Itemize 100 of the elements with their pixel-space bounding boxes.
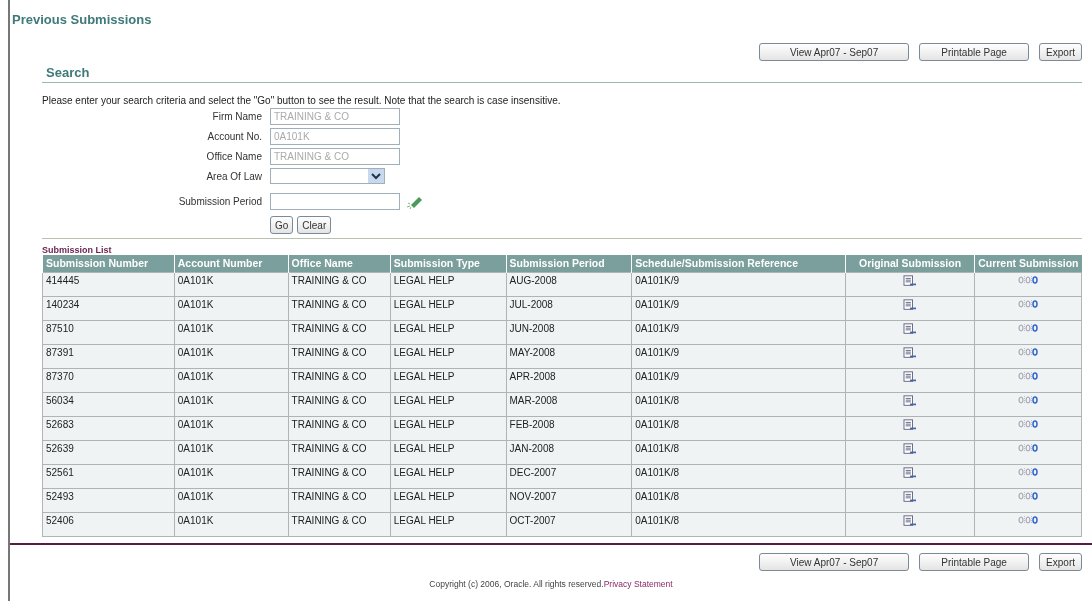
- field-label: Submission Period: [178, 196, 262, 207]
- table-cell: TRAINING & CO: [288, 368, 391, 393]
- document-stack-icon[interactable]: [1018, 443, 1039, 453]
- document-stack-icon[interactable]: [1018, 419, 1039, 429]
- table-cell: LEGAL HELP: [390, 344, 507, 369]
- table-cell: LEGAL HELP: [390, 488, 507, 513]
- document-icon[interactable]: [902, 467, 919, 479]
- document-icon[interactable]: [902, 299, 919, 311]
- table-cell: LEGAL HELP: [390, 368, 507, 393]
- table-cell: 52561: [42, 464, 175, 489]
- toolbar-button[interactable]: View Apr07 - Sep07: [759, 43, 910, 61]
- form-button[interactable]: Clear: [297, 216, 332, 234]
- document-icon[interactable]: [902, 395, 919, 407]
- table-cell: DEC-2007: [506, 464, 632, 489]
- section-heading: Search: [42, 65, 1082, 83]
- table-cell: 0A101K: [174, 488, 289, 513]
- table-cell: LEGAL HELP: [390, 512, 507, 537]
- table-cell: LEGAL HELP: [390, 392, 507, 417]
- document-stack-icon[interactable]: [1018, 347, 1039, 357]
- privacy-link[interactable]: Privacy Statement: [603, 579, 673, 589]
- table-cell: 0A101K: [174, 344, 289, 369]
- table-cell: LEGAL HELP: [390, 440, 507, 465]
- table-cell: 140234: [42, 296, 175, 321]
- document-stack-icon[interactable]: [1018, 323, 1039, 333]
- column-header: Schedule/Submission Reference: [631, 255, 846, 273]
- document-stack-icon[interactable]: [1018, 275, 1039, 285]
- toolbar-button[interactable]: Printable Page: [919, 43, 1030, 61]
- table-cell: 87510: [42, 320, 175, 345]
- column-header: Submission Type: [390, 255, 507, 273]
- table-cell: NOV-2007: [506, 488, 632, 513]
- document-icon[interactable]: [902, 515, 919, 527]
- table-cell: TRAINING & CO: [288, 392, 391, 417]
- column-header: Account Number: [174, 255, 289, 273]
- table-cell: 0A101K: [174, 440, 289, 465]
- table-cell: TRAINING & CO: [288, 488, 391, 513]
- table-cell: 0A101K: [174, 464, 289, 489]
- table-cell: 414445: [42, 272, 175, 297]
- table-cell: 0A101K: [174, 368, 289, 393]
- table-cell: JAN-2008: [506, 440, 632, 465]
- table-cell: 52683: [42, 416, 175, 441]
- table-cell: TRAINING & CO: [288, 416, 391, 441]
- document-icon[interactable]: [902, 323, 919, 335]
- form-button[interactable]: Go: [270, 216, 294, 234]
- toolbar-button[interactable]: Export: [1039, 553, 1082, 571]
- document-icon[interactable]: [902, 491, 919, 503]
- document-icon[interactable]: [902, 443, 919, 455]
- table-cell: AUG-2008: [506, 272, 632, 297]
- table-cell: 0A101K: [174, 320, 289, 345]
- document-stack-icon[interactable]: [1018, 395, 1039, 405]
- table-cell: TRAINING & CO: [288, 512, 391, 537]
- input-field[interactable]: [270, 193, 400, 210]
- document-stack-icon[interactable]: [1018, 491, 1039, 501]
- table-cell: TRAINING & CO: [288, 296, 391, 321]
- table-cell: LEGAL HELP: [390, 272, 507, 297]
- column-header: Original Submission: [845, 255, 975, 273]
- document-icon[interactable]: [902, 275, 919, 287]
- table-cell: 0A101K: [174, 272, 289, 297]
- table-cell: 0A101K/8: [631, 392, 846, 417]
- table-cell: TRAINING & CO: [288, 440, 391, 465]
- table-cell: 0A101K/9: [631, 344, 846, 369]
- table-cell: 56034: [42, 392, 175, 417]
- table-cell: 0A101K/9: [631, 368, 846, 393]
- table-cell: 87370: [42, 368, 175, 393]
- document-icon[interactable]: [902, 419, 919, 431]
- table-cell: FEB-2008: [506, 416, 632, 441]
- table-cell: 87391: [42, 344, 175, 369]
- document-icon[interactable]: [902, 347, 919, 359]
- field-label: Area Of Law: [206, 170, 262, 182]
- toolbar-button[interactable]: Printable Page: [919, 553, 1030, 571]
- page-title: Previous Submissions: [11, 11, 153, 27]
- select-field[interactable]: [270, 168, 385, 184]
- copyright-text: Copyright (c) 2006, Oracle. All rights reserved.Privacy Statement: [428, 579, 674, 589]
- table-cell: 0A101K/9: [631, 320, 846, 345]
- table-cell: 0A101K/8: [631, 464, 846, 489]
- toolbar-button[interactable]: View Apr07 - Sep07: [759, 553, 910, 571]
- toolbar-button[interactable]: Export: [1039, 43, 1082, 61]
- table-cell: MAR-2008: [506, 392, 632, 417]
- table-cell: APR-2008: [506, 368, 632, 393]
- table-cell: 0A101K/8: [631, 416, 846, 441]
- field-label: Office Name: [206, 151, 262, 162]
- table-cell: TRAINING & CO: [288, 344, 391, 369]
- table-cell: 0A101K/8: [631, 488, 846, 513]
- table-cell: 0A101K/8: [631, 512, 846, 537]
- document-stack-icon[interactable]: [1018, 371, 1039, 381]
- dropdown-icon[interactable]: [368, 169, 384, 183]
- field-label: Firm Name: [212, 111, 262, 122]
- document-stack-icon[interactable]: [1018, 299, 1039, 309]
- table-cell: TRAINING & CO: [288, 464, 391, 489]
- table-cell: MAY-2008: [506, 344, 632, 369]
- table-cell: JUL-2008: [506, 296, 632, 321]
- table-cell: 0A101K/9: [631, 272, 846, 297]
- document-icon[interactable]: [902, 371, 919, 383]
- column-header: Office Name: [288, 255, 391, 273]
- document-stack-icon[interactable]: [1018, 467, 1039, 477]
- table-cell: 52493: [42, 488, 175, 513]
- table-cell: 52639: [42, 440, 175, 465]
- table-cell: TRAINING & CO: [288, 320, 391, 345]
- table-cell: 0A101K: [174, 512, 289, 537]
- table-cell: 52406: [42, 512, 175, 537]
- document-stack-icon[interactable]: [1018, 515, 1039, 525]
